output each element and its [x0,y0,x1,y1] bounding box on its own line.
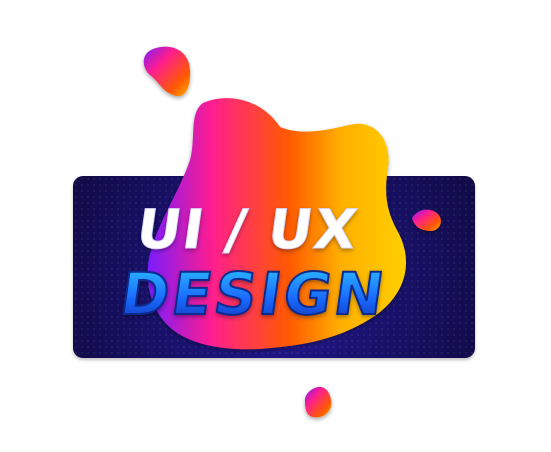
title-line-2: DESIGN [116,260,391,328]
small-blob-icon-bottom [304,386,332,418]
small-blob-icon-top [143,46,191,97]
title-line-1: UI / UX [133,198,363,261]
artwork-svg: UI / UX DESIGN [115,46,441,418]
artwork-stage: UI / UX DESIGN [0,0,551,452]
small-blob-icon-right [412,209,441,232]
title-group: UI / UX DESIGN [115,198,392,329]
